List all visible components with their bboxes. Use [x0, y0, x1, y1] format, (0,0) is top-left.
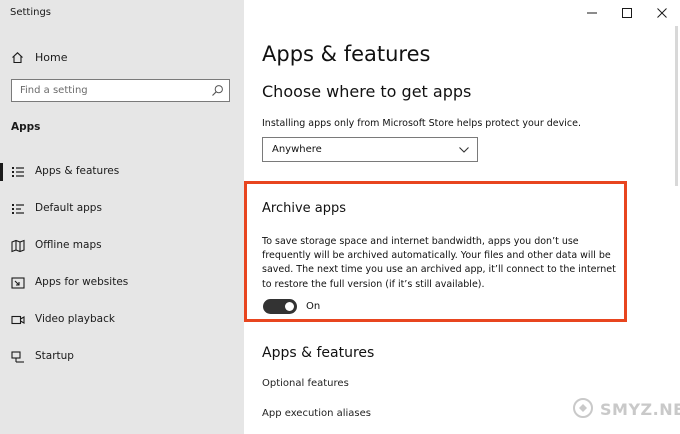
selection-indicator — [0, 163, 3, 181]
watermark-logo-icon — [573, 398, 593, 418]
toggle-knob — [285, 302, 294, 311]
app-source-dropdown[interactable]: Anywhere — [262, 137, 478, 162]
sidebar-item-startup[interactable]: Startup — [0, 345, 244, 369]
minimize-icon[interactable] — [585, 6, 599, 20]
sidebar-item-apps-for-websites[interactable]: Apps for websites — [0, 271, 244, 295]
website-icon — [11, 277, 25, 289]
sidebar-item-video-playback[interactable]: Video playback — [0, 308, 244, 332]
sidebar-item-label: Startup — [35, 350, 74, 362]
app-execution-aliases-link[interactable]: App execution aliases — [262, 408, 371, 419]
sidebar-item-label: Video playback — [35, 313, 115, 325]
list-icon — [12, 167, 24, 177]
page-title: Apps & features — [262, 42, 431, 66]
close-icon[interactable] — [655, 6, 669, 20]
choose-heading: Choose where to get apps — [262, 82, 472, 101]
maximize-icon[interactable] — [620, 6, 634, 20]
startup-icon — [11, 351, 24, 363]
home-link[interactable]: Home — [11, 48, 67, 66]
search-placeholder: Find a setting — [20, 85, 88, 96]
sidebar-item-apps-features[interactable]: Apps & features — [0, 160, 244, 184]
sidebar-item-label: Apps for websites — [35, 276, 129, 288]
archive-heading: Archive apps — [262, 201, 347, 216]
archive-toggle[interactable] — [263, 299, 297, 314]
default-apps-icon — [12, 204, 24, 214]
choose-description: Installing apps only from Microsoft Stor… — [262, 118, 581, 129]
search-input[interactable]: Find a setting — [11, 79, 230, 102]
section-heading-apps: Apps — [11, 121, 41, 133]
sidebar-item-label: Offline maps — [35, 239, 102, 251]
map-icon — [11, 239, 25, 253]
sidebar-item-offline-maps[interactable]: Offline maps — [0, 234, 244, 258]
optional-features-link[interactable]: Optional features — [262, 378, 349, 389]
sidebar: Settings Home Find a setting Apps Apps &… — [0, 0, 244, 434]
home-label: Home — [35, 50, 68, 64]
sidebar-item-label: Apps & features — [35, 165, 120, 177]
sidebar-item-default-apps[interactable]: Default apps — [0, 197, 244, 221]
video-icon — [11, 315, 25, 325]
window-title: Settings — [10, 7, 52, 18]
chevron-down-icon — [459, 147, 469, 153]
apps-features-heading: Apps & features — [262, 345, 375, 361]
search-icon — [212, 85, 223, 96]
sidebar-item-label: Default apps — [35, 202, 102, 214]
scrollbar[interactable] — [675, 26, 678, 186]
archive-description: To save storage space and internet bandw… — [262, 236, 616, 290]
watermark-text: SMYZ.NET — [600, 400, 680, 419]
toggle-state-label: On — [306, 301, 321, 312]
dropdown-value: Anywhere — [272, 144, 322, 155]
home-icon — [12, 51, 23, 63]
